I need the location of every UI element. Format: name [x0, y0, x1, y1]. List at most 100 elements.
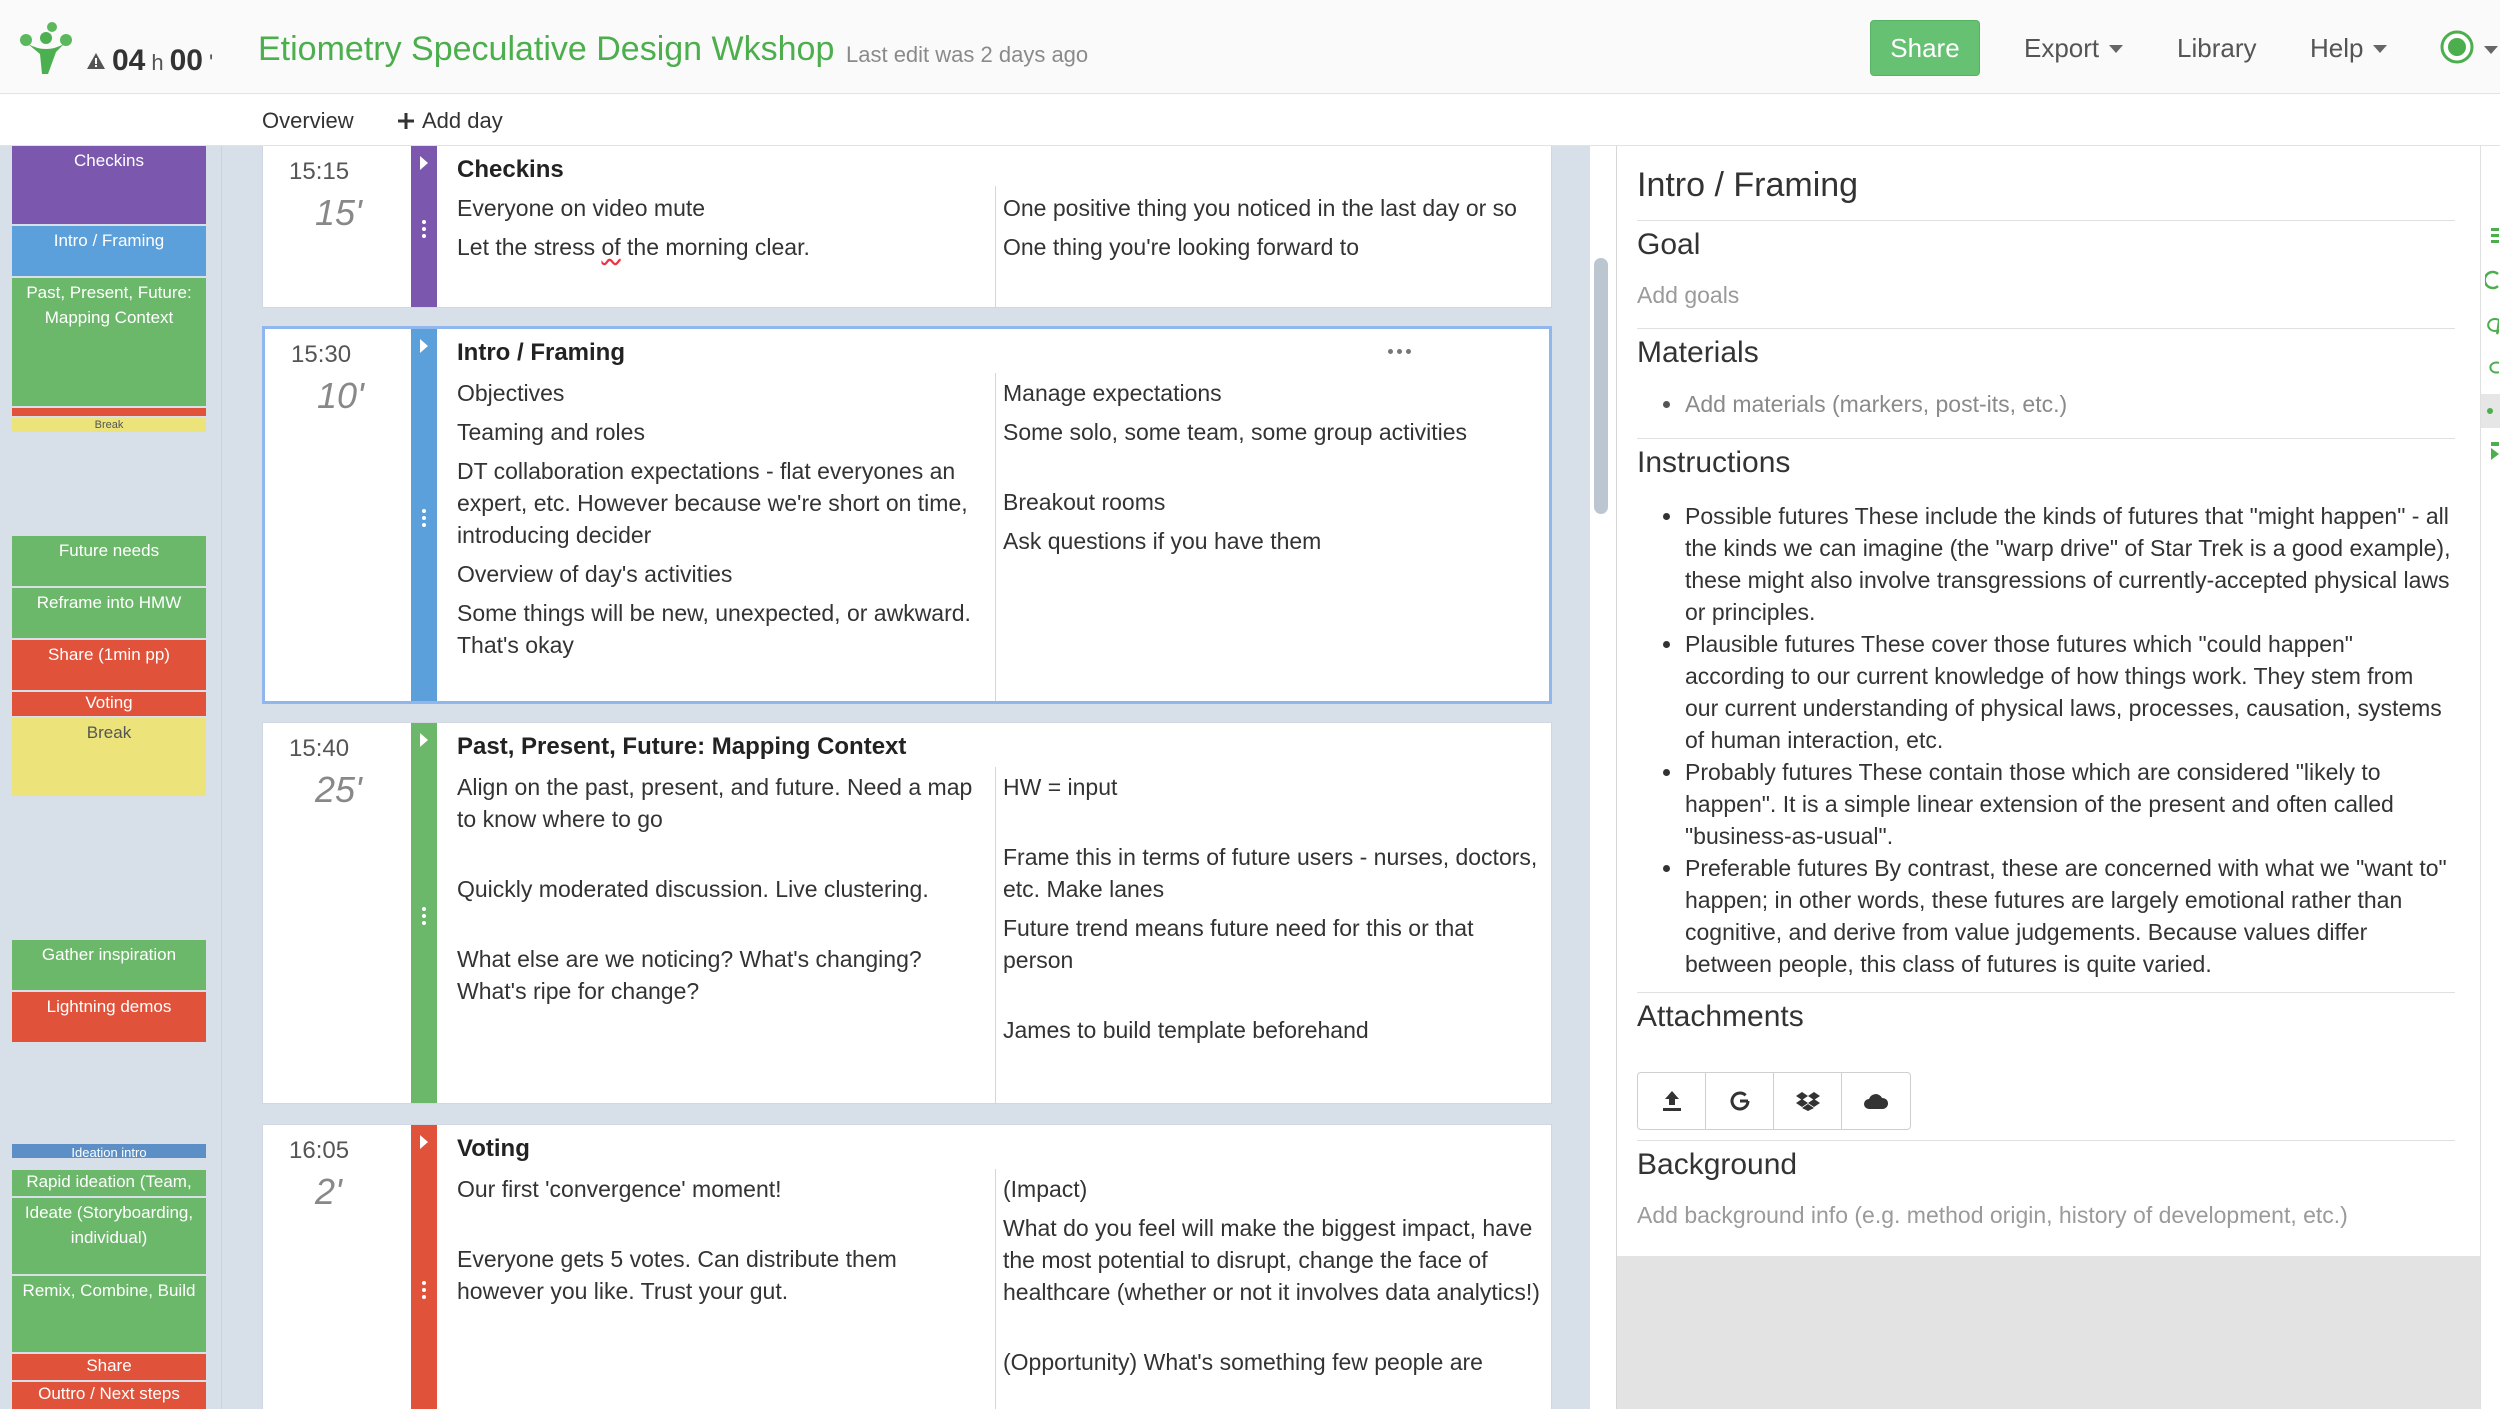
detail-title[interactable]: Intro / Framing: [1637, 166, 1858, 205]
agenda-block[interactable]: 15:15 15' Checkins Everyone on video mut…: [262, 146, 1552, 308]
sessionlab-logo-icon[interactable]: [16, 18, 76, 78]
block-title[interactable]: Voting: [457, 1135, 530, 1163]
history-icon[interactable]: [2485, 270, 2499, 290]
timeline-item[interactable]: Share (1min pp): [12, 640, 206, 690]
materials-list[interactable]: Add materials (markers, post-its, etc.): [1661, 388, 2451, 420]
chevron-down-icon[interactable]: [2484, 46, 2498, 54]
expand-arrow-icon[interactable]: [420, 733, 428, 747]
block-notes-right[interactable]: HW = input Frame this in terms of future…: [1003, 771, 1543, 1053]
session-title[interactable]: Etiometry Speculative Design Wkshop: [258, 30, 834, 69]
block-color-handle[interactable]: [411, 723, 437, 1103]
timeline-item[interactable]: Future needs: [12, 536, 206, 586]
agenda-block[interactable]: 15:40 25' Past, Present, Future: Mapping…: [262, 722, 1552, 1104]
comment-icon[interactable]: [2485, 316, 2499, 336]
timeline-item[interactable]: Share: [12, 1354, 206, 1380]
block-duration[interactable]: 10': [317, 375, 364, 417]
timeline-item[interactable]: Gather inspiration: [12, 940, 206, 990]
block-notes-right[interactable]: (Impact) What do you feel will make the …: [1003, 1173, 1543, 1385]
dropbox-icon: [1795, 1092, 1820, 1111]
block-title[interactable]: Intro / Framing: [457, 339, 625, 367]
background-field[interactable]: Add background info (e.g. method origin,…: [1637, 1202, 2348, 1229]
block-start-time[interactable]: 15:40: [289, 735, 349, 763]
block-start-time[interactable]: 15:30: [291, 341, 351, 369]
cloud-button[interactable]: [1842, 1073, 1910, 1129]
block-notes-left[interactable]: Everyone on video mute Let the stress of…: [457, 192, 989, 270]
timeline-sidebar: Checkins Intro / Framing Past, Present, …: [0, 146, 222, 1409]
drag-handle-icon[interactable]: [422, 1281, 426, 1299]
timeline-item[interactable]: Break: [12, 718, 206, 796]
timeline-item[interactable]: Past, Present, Future: Mapping Context: [12, 278, 206, 406]
block-duration[interactable]: 25': [315, 769, 362, 811]
timeline-item-label: Intro / Framing: [53, 231, 165, 250]
drag-handle-icon[interactable]: [422, 509, 426, 527]
note-line: HW = input: [1003, 774, 1118, 800]
block-duration[interactable]: 15': [315, 192, 362, 234]
column-divider: [995, 767, 996, 1103]
timeline-item[interactable]: [12, 408, 206, 416]
active-tool-indicator[interactable]: [2481, 394, 2500, 428]
timeline-item-label: Outtro / Next steps: [38, 1384, 180, 1403]
agenda-block[interactable]: 16:05 2' Voting Our first 'convergence' …: [262, 1124, 1552, 1409]
drag-handle-icon[interactable]: [422, 907, 426, 925]
block-notes-right[interactable]: Manage expectations Some solo, some team…: [1003, 377, 1543, 564]
warning-triangle-icon: [87, 53, 105, 69]
note-line: Everyone on video mute: [457, 195, 706, 221]
instruction-item: Possible futures These include the kinds…: [1661, 500, 2451, 628]
goal-field[interactable]: Add goals: [1637, 282, 1739, 309]
timeline-item[interactable]: Voting: [12, 692, 206, 716]
expand-arrow-icon[interactable]: [420, 339, 428, 353]
timeline-item[interactable]: Reframe into HMW: [12, 588, 206, 638]
help-menu[interactable]: Help: [2310, 33, 2388, 64]
comments-icon[interactable]: [2485, 358, 2499, 378]
expand-arrow-icon[interactable]: [420, 1135, 428, 1149]
timeline-item[interactable]: Lightning demos: [12, 992, 206, 1042]
upload-button[interactable]: [1638, 1073, 1706, 1129]
tab-overview[interactable]: Overview: [262, 108, 354, 134]
more-options-icon[interactable]: [1388, 349, 1411, 354]
add-day-button[interactable]: Add day: [398, 108, 503, 134]
timeline-item[interactable]: Break: [12, 418, 206, 432]
block-color-handle[interactable]: [411, 1125, 437, 1409]
note-line: Some things will be new, unexpected, or …: [457, 600, 971, 658]
library-link[interactable]: Library: [2177, 33, 2256, 64]
timeline-item[interactable]: Intro / Framing: [12, 226, 206, 276]
agenda-block-selected[interactable]: 15:30 10' Intro / Framing Objectives Tea…: [262, 326, 1552, 704]
timeline-item-label: Remix, Combine, Build: [22, 1281, 196, 1300]
dropbox-button[interactable]: [1774, 1073, 1842, 1129]
block-notes-left[interactable]: Objectives Teaming and roles DT collabor…: [457, 377, 989, 668]
download-icon[interactable]: [2485, 442, 2499, 464]
list-icon[interactable]: [2485, 226, 2499, 246]
timeline-item[interactable]: Ideation intro: [12, 1144, 206, 1158]
drag-handle-icon[interactable]: [422, 220, 426, 238]
block-start-time[interactable]: 15:15: [289, 158, 349, 186]
expand-arrow-icon[interactable]: [420, 156, 428, 170]
timeline-item-label: Checkins: [74, 151, 144, 170]
timeline-item[interactable]: Outtro / Next steps: [12, 1382, 206, 1409]
block-title[interactable]: Checkins: [457, 156, 564, 184]
block-notes-left[interactable]: Our first 'convergence' moment! Everyone…: [457, 1173, 989, 1314]
instruction-item: Preferable futures By contrast, these ar…: [1661, 852, 2451, 980]
instructions-list[interactable]: Possible futures These include the kinds…: [1661, 500, 2451, 980]
timeline-item[interactable]: Remix, Combine, Build: [12, 1276, 206, 1352]
block-start-time[interactable]: 16:05: [289, 1137, 349, 1165]
timeline-item[interactable]: Checkins: [12, 146, 206, 224]
export-menu[interactable]: Export: [2024, 33, 2124, 64]
note-line: Manage expectations: [1003, 380, 1222, 406]
timeline-item[interactable]: Ideate (Storyboarding, individual): [12, 1198, 206, 1274]
timeline-item-label: Break: [94, 419, 124, 431]
note-line: Objectives: [457, 380, 565, 406]
block-title[interactable]: Past, Present, Future: Mapping Context: [457, 733, 906, 761]
user-avatar-icon[interactable]: [2440, 30, 2474, 64]
column-divider: [995, 1169, 996, 1409]
block-color-handle[interactable]: [411, 146, 437, 307]
agenda-scrollbar[interactable]: [1594, 258, 1608, 514]
block-duration[interactable]: 2': [315, 1171, 342, 1213]
google-drive-button[interactable]: [1706, 1073, 1774, 1129]
block-color-handle[interactable]: [411, 329, 437, 701]
materials-field[interactable]: Add materials (markers, post-its, etc.): [1661, 388, 2451, 420]
block-notes-left[interactable]: Align on the past, present, and future. …: [457, 771, 989, 1014]
divider: [1637, 1140, 2455, 1141]
block-notes-right[interactable]: One positive thing you noticed in the la…: [1003, 192, 1543, 270]
share-button[interactable]: Share: [1870, 20, 1980, 76]
timeline-item[interactable]: Rapid ideation (Team,: [12, 1170, 206, 1196]
